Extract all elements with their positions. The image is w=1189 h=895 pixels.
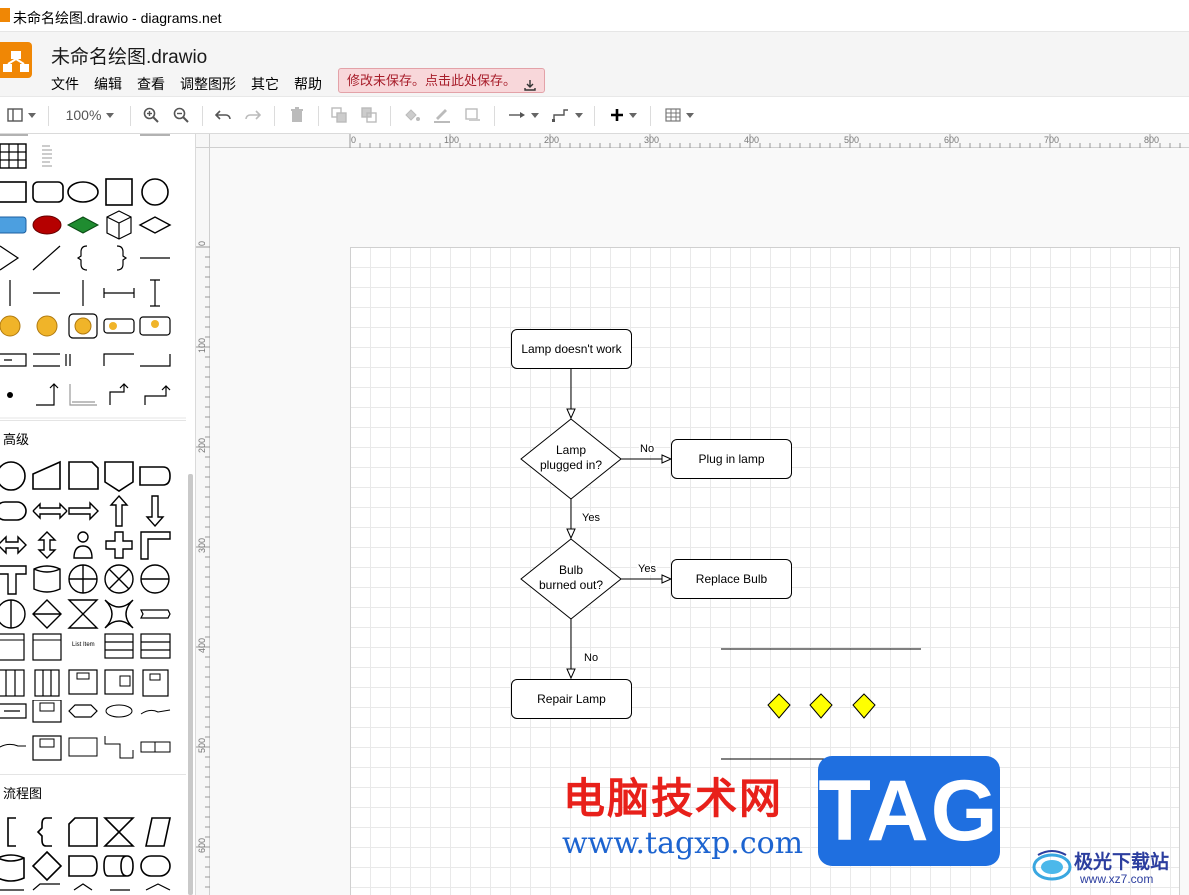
yellow-diamond-1 xyxy=(767,693,791,719)
app-header: 未命名绘图.drawio 文件 编辑 查看 调整图形 其它 帮助 修改未保存。点… xyxy=(0,32,1189,96)
list-item-text: List Item xyxy=(72,642,95,648)
watermark-tag-logo: TAG xyxy=(818,756,1000,866)
node-a2-label: Replace Bulb xyxy=(695,572,768,586)
aurora-logo-icon xyxy=(1032,850,1072,881)
window-title: 未命名绘图.drawio - diagrams.net xyxy=(13,10,222,26)
section-advanced-header[interactable]: 高级 xyxy=(0,420,186,450)
watermark-site-url: www.xz7.com xyxy=(1080,872,1154,886)
edge-label-q2-no: No xyxy=(583,652,600,664)
ellipse-shape[interactable] xyxy=(67,181,99,203)
watermark-url: www.tagxp.com xyxy=(562,826,804,861)
format-panel-icon[interactable] xyxy=(4,105,38,125)
watermark-site-cn: 极光下载站 xyxy=(1074,851,1170,873)
flowchart-shapes xyxy=(0,817,171,891)
square-shape[interactable] xyxy=(105,178,133,206)
document-title[interactable]: 未命名绘图.drawio xyxy=(51,42,207,69)
unsaved-notice-text: 修改未保存。点击此处保存。 xyxy=(347,73,517,88)
yellow-diamond-3 xyxy=(852,693,876,719)
node-lamp-doesnt-work[interactable]: Lamp doesn't work xyxy=(511,329,632,369)
to-back-icon[interactable] xyxy=(360,105,378,125)
zoom-value: 100% xyxy=(65,107,102,123)
download-icon xyxy=(524,75,536,91)
section-flowchart-label: 流程图 xyxy=(3,786,43,801)
line-color-icon[interactable] xyxy=(432,105,452,125)
window-titlebar: 未命名绘图.drawio - diagrams.net xyxy=(0,0,1189,32)
gear-icon[interactable] xyxy=(0,313,171,339)
drawio-logo-icon xyxy=(0,42,32,78)
rectangle-shape[interactable] xyxy=(0,181,27,203)
zoom-out-icon[interactable] xyxy=(172,105,190,125)
menu-bar: 文件 编辑 查看 调整图形 其它 帮助 xyxy=(51,74,337,94)
watermark-cn-text: 电脑技术网 xyxy=(563,774,784,823)
menu-extras[interactable]: 其它 xyxy=(251,74,279,94)
q1-label: Lamp plugged in? xyxy=(539,443,603,472)
edge-label-q1-yes: Yes xyxy=(581,512,601,524)
rounded-rect-shape[interactable] xyxy=(32,181,64,203)
app-icon xyxy=(0,8,10,22)
yellow-diamond-2 xyxy=(809,693,833,719)
node-start-label: Lamp doesn't work xyxy=(521,342,622,356)
circle-shape[interactable] xyxy=(141,178,169,206)
table-shape[interactable] xyxy=(0,143,27,169)
q2-label: Bulb burned out? xyxy=(538,563,604,592)
section-advanced-label: 高级 xyxy=(3,432,30,447)
menu-edit[interactable]: 编辑 xyxy=(94,74,122,94)
menu-view[interactable]: 查看 xyxy=(137,74,165,94)
unsaved-changes-button[interactable]: 修改未保存。点击此处保存。 xyxy=(338,68,546,93)
menu-file[interactable]: 文件 xyxy=(51,74,79,94)
node-plug-in-lamp[interactable]: Plug in lamp xyxy=(671,439,792,479)
redo-icon[interactable] xyxy=(244,105,262,125)
zoom-in-icon[interactable] xyxy=(142,105,160,125)
undo-icon[interactable] xyxy=(214,105,232,125)
node-repair-lamp[interactable]: Repair Lamp xyxy=(511,679,632,719)
section-flowchart-header[interactable]: 流程图 xyxy=(0,774,186,804)
toolbar: 100% xyxy=(0,96,1189,134)
node-end-label: Repair Lamp xyxy=(537,692,606,706)
edge-label-q1-no: No xyxy=(639,443,656,455)
delete-icon[interactable] xyxy=(288,105,306,125)
menu-arrange[interactable]: 调整图形 xyxy=(180,74,236,94)
edge-label-q2-yes: Yes xyxy=(637,563,657,575)
connection-icon[interactable] xyxy=(506,105,540,125)
insert-icon[interactable] xyxy=(606,105,640,125)
zoom-select[interactable]: 100% xyxy=(60,105,120,125)
watermark-site-logo: 极光下载站 www.xz7.com xyxy=(1030,843,1188,891)
waypoints-icon[interactable] xyxy=(550,105,584,125)
node-replace-bulb[interactable]: Replace Bulb xyxy=(671,559,792,599)
node-a1-label: Plug in lamp xyxy=(698,452,765,466)
fill-color-icon[interactable] xyxy=(402,105,422,125)
menu-help[interactable]: 帮助 xyxy=(294,74,322,94)
to-front-icon[interactable] xyxy=(330,105,348,125)
shape-sidebar: 高级 List Item 流程图 xyxy=(0,134,196,895)
shadow-icon[interactable] xyxy=(464,105,482,125)
table-icon[interactable] xyxy=(662,105,696,125)
sidebar-scrollbar[interactable] xyxy=(188,474,193,895)
